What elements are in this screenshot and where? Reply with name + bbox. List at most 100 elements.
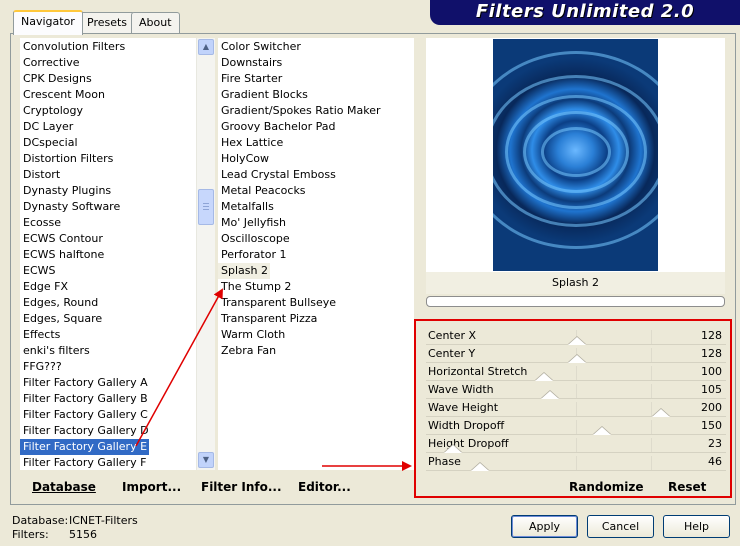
category-item[interactable]: Corrective <box>20 55 79 71</box>
database-status-value: ICNET-Filters <box>69 514 138 527</box>
category-item[interactable]: Distort <box>20 167 60 183</box>
category-item[interactable]: DC Layer <box>20 119 73 135</box>
parameter-value: 46 <box>708 455 722 468</box>
slider-thumb[interactable] <box>534 373 553 381</box>
tab-about[interactable]: About <box>131 12 180 33</box>
parameter-slider[interactable]: Phase 46 <box>426 453 726 471</box>
editor-button[interactable]: Editor... <box>298 480 351 494</box>
slider-thumb[interactable] <box>567 355 586 363</box>
category-item[interactable]: Convolution Filters <box>20 39 125 55</box>
parameter-slider[interactable]: Center X 128 <box>426 327 726 345</box>
parameter-value: 23 <box>708 437 722 450</box>
filter-item[interactable]: Transparent Pizza <box>218 311 317 327</box>
category-item[interactable]: Effects <box>20 327 60 343</box>
slider-thumb[interactable] <box>540 391 559 399</box>
filter-item[interactable]: Perforator 1 <box>218 247 286 263</box>
category-item[interactable]: Ecosse <box>20 215 61 231</box>
parameter-slider[interactable]: Horizontal Stretch 100 <box>426 363 726 381</box>
filter-list[interactable]: Color Switcher Downstairs Fire Starter Grad… <box>218 38 414 470</box>
category-item[interactable]: DCspecial <box>20 135 78 151</box>
slider-thumb[interactable] <box>471 463 490 471</box>
parameter-value: 128 <box>701 347 722 360</box>
scroll-up-icon[interactable]: ▲ <box>198 39 214 55</box>
category-item[interactable]: Filter Factory Gallery A <box>20 375 148 391</box>
scroll-down-icon[interactable]: ▼ <box>198 452 214 468</box>
parameter-label: Horizontal Stretch <box>428 365 528 378</box>
filter-item[interactable]: HolyCow <box>218 151 269 167</box>
category-item[interactable]: ECWS Contour <box>20 231 103 247</box>
filter-item[interactable]: Mo' Jellyfish <box>218 215 286 231</box>
slider-thumb[interactable] <box>652 409 671 417</box>
filter-item[interactable]: Downstairs <box>218 55 282 71</box>
filter-item[interactable]: Groovy Bachelor Pad <box>218 119 336 135</box>
parameter-slider[interactable]: Height Dropoff 23 <box>426 435 726 453</box>
filter-item[interactable]: Warm Cloth <box>218 327 285 343</box>
filter-item[interactable]: Gradient/Spokes Ratio Maker <box>218 103 381 119</box>
cancel-button[interactable]: Cancel <box>587 515 654 538</box>
category-item[interactable]: Edges, Square <box>20 311 102 327</box>
tab-navigator[interactable]: Navigator <box>13 10 83 35</box>
slider-thumb[interactable] <box>567 337 586 345</box>
filter-item[interactable]: Splash 2 <box>218 263 270 279</box>
slider-thumb[interactable] <box>444 445 463 453</box>
parameter-slider[interactable]: Center Y 128 <box>426 345 726 363</box>
category-item[interactable]: Filter Factory Gallery B <box>20 391 148 407</box>
category-item[interactable]: Cryptology <box>20 103 83 119</box>
filter-item[interactable]: Zebra Fan <box>218 343 276 359</box>
filter-item[interactable]: Fire Starter <box>218 71 282 87</box>
filter-item[interactable]: Oscilloscope <box>218 231 290 247</box>
parameter-label: Center Y <box>428 347 476 360</box>
help-button[interactable]: Help <box>663 515 730 538</box>
scroll-thumb[interactable] <box>198 189 214 225</box>
filter-item[interactable]: Transparent Bullseye <box>218 295 336 311</box>
category-item[interactable]: Edges, Round <box>20 295 98 311</box>
filter-item[interactable]: Metal Peacocks <box>218 183 306 199</box>
parameter-value: 150 <box>701 419 722 432</box>
parameter-label: Width Dropoff <box>428 419 505 432</box>
category-item[interactable]: ECWS <box>20 263 56 279</box>
database-button[interactable]: Database <box>32 480 96 494</box>
parameter-slider[interactable]: Width Dropoff 150 <box>426 417 726 435</box>
category-list[interactable]: Convolution Filters Corrective CPK Designs… <box>20 38 215 470</box>
filter-item[interactable]: Gradient Blocks <box>218 87 308 103</box>
parameter-label: Phase <box>428 455 461 468</box>
parameter-value: 128 <box>701 329 722 342</box>
category-item[interactable]: FFG??? <box>20 359 62 375</box>
category-item[interactable]: Distortion Filters <box>20 151 113 167</box>
parameter-value: 105 <box>701 383 722 396</box>
category-item[interactable]: Filter Factory Gallery D <box>20 423 149 439</box>
apply-button[interactable]: Apply <box>511 515 578 538</box>
preview-caption: Splash 2 <box>426 272 725 294</box>
category-item[interactable]: Dynasty Software <box>20 199 120 215</box>
slider-thumb[interactable] <box>593 427 612 435</box>
randomize-button[interactable]: Randomize <box>569 480 643 494</box>
category-item[interactable]: Filter Factory Gallery C <box>20 407 148 423</box>
filter-info-button[interactable]: Filter Info... <box>201 480 282 494</box>
parameter-slider[interactable]: Wave Height 200 <box>426 399 726 417</box>
import-button[interactable]: Import... <box>122 480 181 494</box>
category-scrollbar[interactable]: ▲ ▼ <box>196 38 215 470</box>
filter-item[interactable]: Metalfalls <box>218 199 274 215</box>
category-item[interactable]: CPK Designs <box>20 71 92 87</box>
parameter-label: Wave Height <box>428 401 499 414</box>
reset-button[interactable]: Reset <box>668 480 706 494</box>
parameter-value: 100 <box>701 365 722 378</box>
category-item[interactable]: Edge FX <box>20 279 68 295</box>
database-status-label: Database: <box>12 514 69 527</box>
filter-item[interactable]: Lead Crystal Emboss <box>218 167 336 183</box>
filter-item[interactable]: Hex Lattice <box>218 135 283 151</box>
parameter-value: 200 <box>701 401 722 414</box>
progress-bar <box>426 296 725 307</box>
tab-presets[interactable]: Presets <box>79 12 136 33</box>
category-item[interactable]: enki's filters <box>20 343 90 359</box>
category-item[interactable]: ECWS halftone <box>20 247 104 263</box>
filter-item[interactable]: The Stump 2 <box>218 279 291 295</box>
category-item[interactable]: Crescent Moon <box>20 87 105 103</box>
category-item[interactable]: Filter Factory Gallery F <box>20 455 146 471</box>
category-item[interactable]: Filter Factory Gallery E <box>20 439 150 455</box>
filter-item[interactable]: Color Switcher <box>218 39 301 55</box>
parameter-slider[interactable]: Wave Width 105 <box>426 381 726 399</box>
preview-image <box>493 39 658 271</box>
category-item[interactable]: Dynasty Plugins <box>20 183 111 199</box>
filters-status-label: Filters: <box>12 528 49 541</box>
